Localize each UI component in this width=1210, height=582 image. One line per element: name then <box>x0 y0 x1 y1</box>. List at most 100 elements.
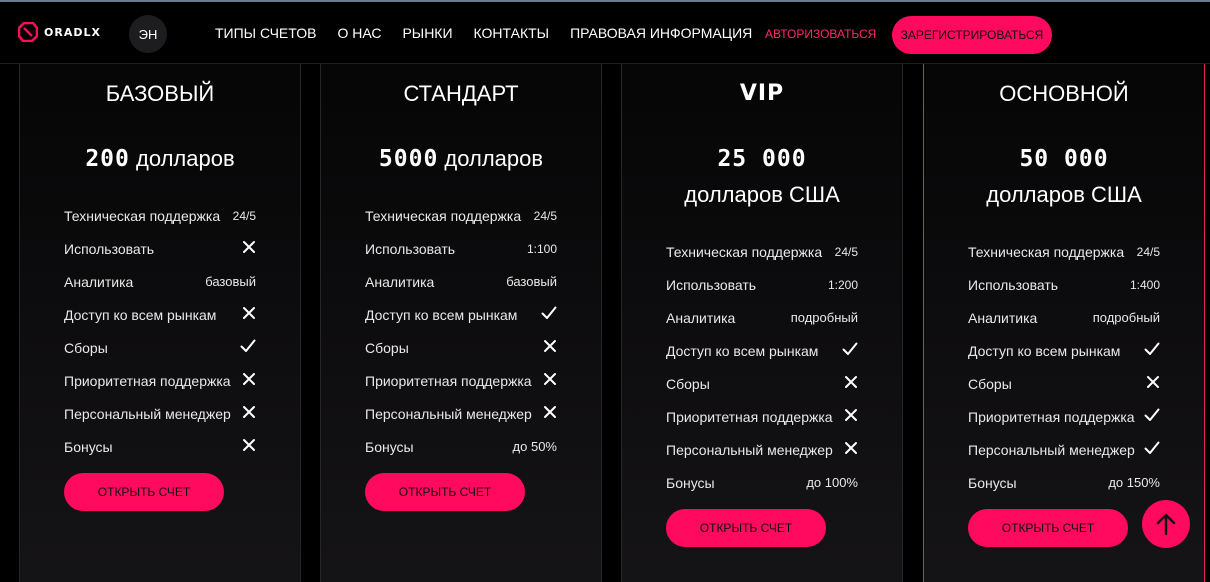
feature-label: Бонусы <box>968 474 1017 491</box>
feature-value: подробный <box>790 310 858 325</box>
feature-row: Техническая поддержка 24/5 <box>968 235 1160 268</box>
x-icon <box>242 240 256 257</box>
feature-row: Доступ ко всем рынкам <box>365 298 557 331</box>
feature-label: Персональный менеджер <box>968 441 1135 458</box>
feature-row: Использовать 1:200 <box>666 268 858 301</box>
price-unit: долларов США <box>986 182 1142 207</box>
feature-label: Персональный менеджер <box>64 405 231 422</box>
card-title: VIP <box>739 81 785 106</box>
scroll-to-top-button[interactable] <box>1142 500 1190 548</box>
feature-row: Техническая поддержка 24/5 <box>365 199 557 232</box>
feature-value: до 50% <box>512 439 557 454</box>
price-amount: 50 000 <box>1019 146 1109 172</box>
feature-label: Аналитика <box>365 273 435 290</box>
feature-label: Бонусы <box>64 438 113 455</box>
feature-row: Бонусы <box>64 430 256 463</box>
feature-label: Приоритетная поддержка <box>666 408 833 425</box>
feature-row: Персональный менеджер <box>64 397 256 430</box>
feature-value: 24/5 <box>533 208 557 223</box>
open-account-button[interactable]: ОТКРЫТЬ СЧЕТ <box>666 509 826 547</box>
feature-row: Аналитика подробный <box>968 301 1160 334</box>
feature-label: Использовать <box>666 276 757 293</box>
price-unit: долларов США <box>684 182 840 207</box>
account-card-vip: VIP 25 000 долларов США Техническая поддерж… <box>621 40 903 582</box>
feature-list: Техническая поддержка 24/5 Использовать Ана… <box>64 199 256 463</box>
nav-account-types[interactable]: ТИПЫ СЧЕТОВ <box>215 25 316 41</box>
check-icon <box>1144 441 1160 458</box>
price-amount: 200 <box>85 146 130 172</box>
feature-value: 24/5 <box>232 208 256 223</box>
register-button[interactable]: ЗАРЕГИСТРИРОВАТЬСЯ <box>892 16 1052 54</box>
card-title: СТАНДАРТ <box>403 81 519 106</box>
feature-value: 1:200 <box>827 277 858 292</box>
feature-value: базовый <box>506 274 557 289</box>
feature-label: Использовать <box>64 240 155 257</box>
feature-label: Техническая поддержка <box>365 207 522 224</box>
nav-legal[interactable]: ПРАВОВАЯ ИНФОРМАЦИЯ <box>570 25 752 41</box>
feature-label: Сборы <box>666 375 710 392</box>
feature-value: до 100% <box>806 475 858 490</box>
feature-label: Персональный менеджер <box>365 405 532 422</box>
open-account-button[interactable]: ОТКРЫТЬ СЧЕТ <box>365 473 525 511</box>
feature-row: Аналитика базовый <box>64 265 256 298</box>
feature-label: Техническая поддержка <box>666 243 823 260</box>
feature-label: Доступ ко всем рынкам <box>365 306 518 323</box>
feature-list: Техническая поддержка 24/5 Использовать 1:1… <box>365 199 557 463</box>
feature-label: Персональный менеджер <box>666 441 833 458</box>
price-unit: долларов <box>444 146 544 171</box>
language-switch[interactable]: ЭН <box>129 15 167 53</box>
logo-text: ORADLX <box>44 25 101 39</box>
card-title: БАЗОВЫЙ <box>105 81 215 106</box>
feature-label: Бонусы <box>365 438 414 455</box>
feature-value: базовый <box>205 274 256 289</box>
account-card-basic: БАЗОВЫЙ 200 долларов Техническая поддержка… <box>19 40 301 582</box>
nav-contacts[interactable]: КОНТАКТЫ <box>474 25 550 41</box>
open-account-button[interactable]: ОТКРЫТЬ СЧЕТ <box>64 473 224 511</box>
feature-row: Сборы <box>64 331 256 364</box>
feature-label: Приоритетная поддержка <box>968 408 1135 425</box>
x-icon <box>242 438 256 455</box>
feature-label: Аналитика <box>64 273 134 290</box>
feature-label: Сборы <box>968 375 1012 392</box>
feature-row: Приоритетная поддержка <box>365 364 557 397</box>
feature-row: Использовать 1:400 <box>968 268 1160 301</box>
feature-row: Аналитика базовый <box>365 265 557 298</box>
nav-about[interactable]: О НАС <box>337 25 381 41</box>
feature-row: Персональный менеджер <box>666 433 858 466</box>
feature-row: Доступ ко всем рынкам <box>64 298 256 331</box>
feature-label: Доступ ко всем рынкам <box>666 342 819 359</box>
feature-row: Приоритетная поддержка <box>64 364 256 397</box>
card-price: 200 долларов <box>20 141 300 177</box>
feature-row: Использовать 1:100 <box>365 232 557 265</box>
feature-list: Техническая поддержка 24/5 Использовать 1:2… <box>666 235 858 499</box>
x-icon <box>543 372 557 389</box>
feature-label: Сборы <box>64 339 108 356</box>
logo[interactable]: ORADLX <box>18 22 101 42</box>
card-price: 25 000 долларов США <box>622 141 902 213</box>
feature-value: 1:400 <box>1129 277 1160 292</box>
feature-label: Аналитика <box>968 309 1038 326</box>
feature-row: Использовать <box>64 232 256 265</box>
feature-row: Бонусы до 50% <box>365 430 557 463</box>
feature-label: Техническая поддержка <box>968 243 1125 260</box>
feature-label: Доступ ко всем рынкам <box>968 342 1121 359</box>
feature-value: до 150% <box>1108 475 1160 490</box>
feature-label: Сборы <box>365 339 409 356</box>
feature-row: Доступ ко всем рынкам <box>968 334 1160 367</box>
login-link[interactable]: АВТОРИЗОВАТЬСЯ <box>765 27 876 41</box>
account-card-standard: СТАНДАРТ 5000 долларов Техническая поддерж… <box>320 40 602 582</box>
card-price: 5000 долларов <box>321 141 601 177</box>
price-amount: 5000 <box>378 146 439 172</box>
feature-row: Персональный менеджер <box>365 397 557 430</box>
main-nav: ТИПЫ СЧЕТОВ О НАС РЫНКИ КОНТАКТЫ ПРАВОВА… <box>215 25 752 41</box>
card-title: ОСНОВНОЙ <box>999 81 1129 106</box>
x-icon <box>242 405 256 422</box>
feature-row: Сборы <box>365 331 557 364</box>
check-icon <box>1144 408 1160 425</box>
feature-label: Аналитика <box>666 309 736 326</box>
feature-row: Сборы <box>968 367 1160 400</box>
nav-markets[interactable]: РЫНКИ <box>402 25 452 41</box>
site-header: ORADLX ЭН ТИПЫ СЧЕТОВ О НАС РЫНКИ КОНТАК… <box>0 2 1210 64</box>
x-icon <box>543 339 557 356</box>
open-account-button[interactable]: ОТКРЫТЬ СЧЕТ <box>968 509 1128 547</box>
